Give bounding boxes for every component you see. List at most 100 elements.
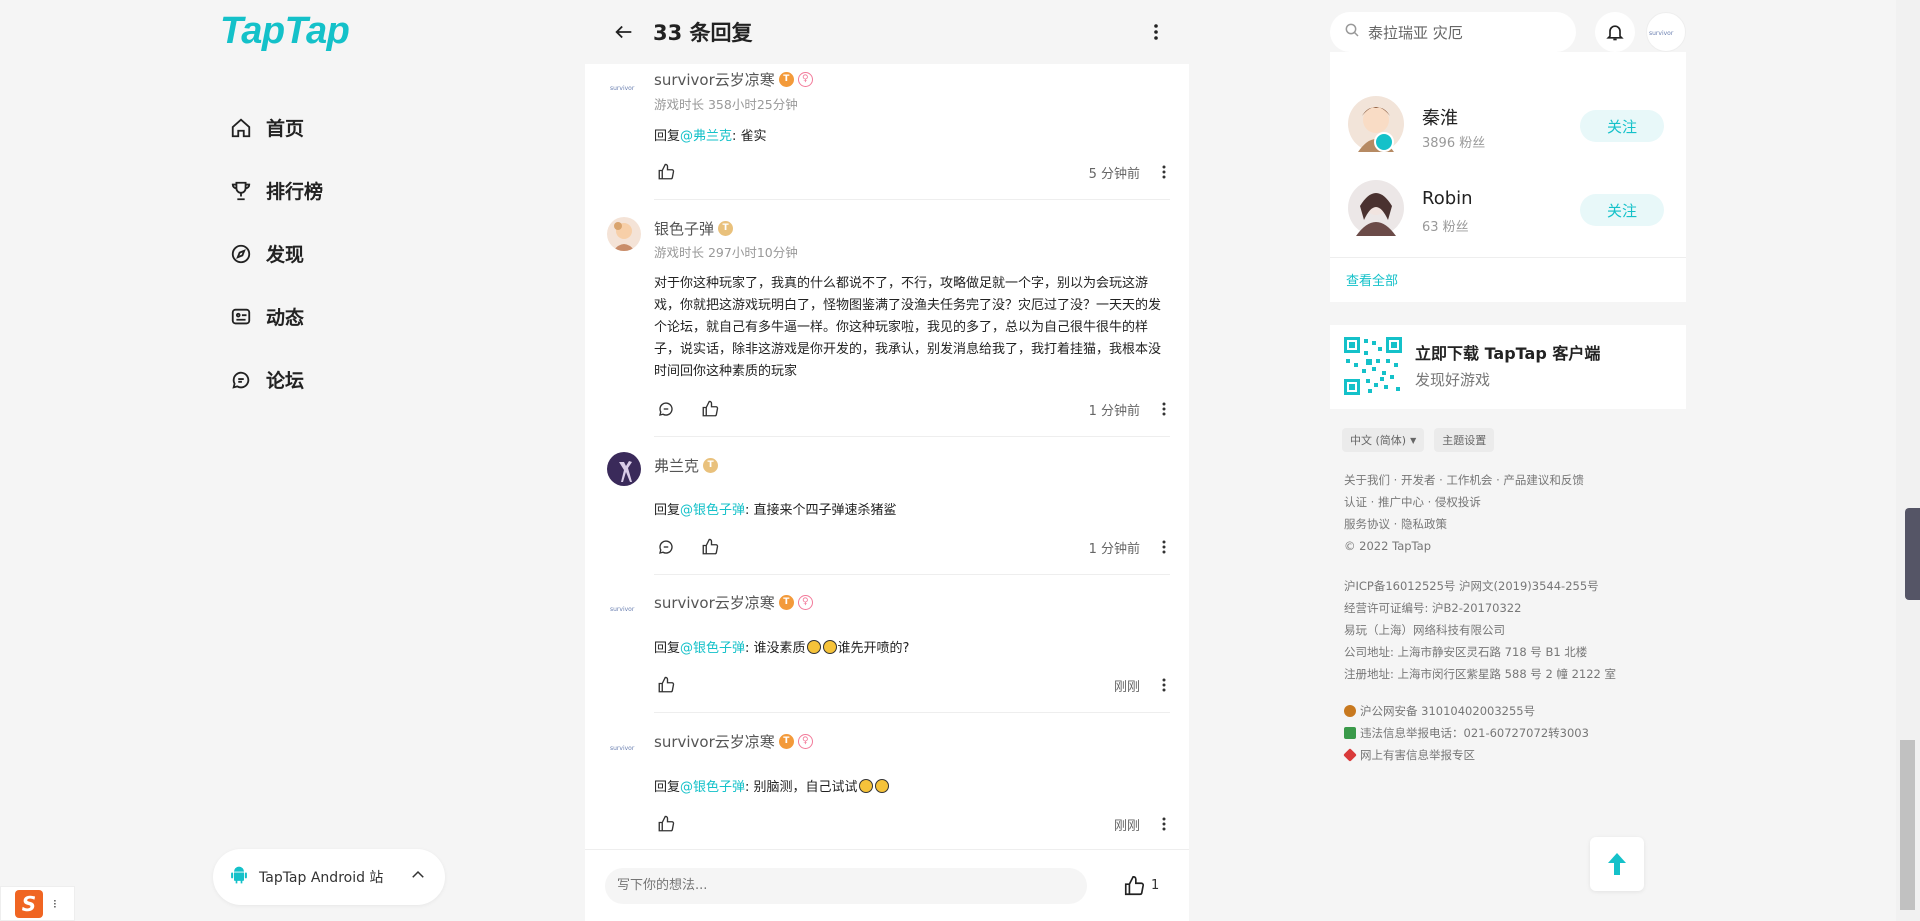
nav-item-feed[interactable]: 动态 (228, 285, 323, 348)
like-icon[interactable] (698, 535, 722, 559)
like-icon[interactable] (654, 812, 678, 836)
report-icon (1344, 727, 1356, 739)
mention-link[interactable]: @银色子弹 (680, 641, 745, 656)
android-site-switch[interactable]: TapTap Android 站 (213, 849, 445, 905)
svg-text:survivor: survivor (1649, 30, 1674, 37)
level-badge-icon: T (778, 595, 794, 610)
reply-thread: 33 条回复 survivor survivor云岁凉寒 T ♀ 游戏时长 35… (585, 0, 1189, 921)
avatar[interactable]: survivor (607, 70, 641, 104)
avatar[interactable] (607, 217, 641, 251)
police-record-link[interactable]: 沪公网安备 31010402003255号 (1344, 700, 1589, 722)
comment-icon[interactable] (654, 397, 678, 421)
see-all-link[interactable]: 查看全部 (1346, 270, 1398, 289)
theme-settings-button[interactable]: 主题设置 (1434, 428, 1495, 452)
caret-down-icon: ▼ (1410, 435, 1417, 445)
like-button[interactable]: 1 (1123, 875, 1159, 897)
search-icon (1344, 22, 1360, 42)
side-widget-icon[interactable] (1905, 508, 1920, 600)
level-badge-icon: T (703, 458, 719, 473)
taptap-logo[interactable]: TapTap (220, 10, 350, 53)
reply-time: 1 分钟前 (1088, 403, 1140, 419)
user-name[interactable]: 秦淮 (1422, 104, 1458, 130)
more-vertical-icon[interactable] (1154, 160, 1174, 184)
search-box[interactable]: 泰拉瑞亚 灾厄 (1330, 12, 1576, 52)
harmful-info-link[interactable]: 网上有害信息举报专区 (1343, 744, 1589, 766)
settings-chips: 中文 (简体) ▼ 主题设置 (1342, 428, 1504, 452)
svg-text:survivor: survivor (610, 85, 635, 92)
footer-links-line[interactable]: 服务协议 · 隐私政策 (1344, 513, 1584, 535)
more-vertical-icon[interactable] (1154, 397, 1174, 421)
more-vertical-icon[interactable] (1154, 812, 1174, 836)
download-title: 立即下载 TapTap 客户端 (1415, 344, 1601, 363)
like-icon[interactable] (654, 673, 678, 697)
trophy-icon (228, 178, 254, 204)
more-vertical-icon[interactable] (1154, 535, 1174, 559)
nav-label: 发现 (266, 244, 305, 266)
harmful-info-icon (1343, 748, 1357, 762)
back-to-top-button[interactable] (1590, 837, 1644, 891)
reply-username[interactable]: 银色子弹 T (654, 218, 734, 239)
reply-content: 回复@银色子弹: 别脑测，自己试试 (654, 777, 1170, 799)
reply-username[interactable]: survivor云岁凉寒 T ♀ (654, 592, 813, 613)
footer-report: 沪公网安备 31010402003255号 违法信息举报电话：021-60727… (1343, 700, 1589, 766)
mention-link[interactable]: @弗兰克 (680, 129, 732, 144)
download-subtitle: 发现好游戏 (1415, 371, 1491, 389)
discover-icon (228, 241, 254, 267)
laugh-emoji-icon (858, 779, 873, 793)
nav-item-home[interactable]: 首页 (228, 96, 323, 159)
mention-link[interactable]: @银色子弹 (680, 780, 745, 795)
reply-input[interactable] (605, 867, 1087, 904)
user-name[interactable]: Robin (1422, 188, 1473, 209)
notification-bell-icon[interactable] (1595, 12, 1635, 52)
footer-links-line[interactable]: 关于我们 · 开发者 · 工作机会 · 产品建议和反馈 (1344, 469, 1584, 491)
reply-time: 5 分钟前 (1088, 166, 1140, 182)
right-sidebar: 秦淮 3896 粉丝 关注 Robin 63 粉丝 关注 查看全部 泰拉瑞亚 灾… (1189, 0, 1920, 921)
sogou-ime-icon: S (15, 889, 43, 918)
icp-license[interactable]: 沪ICP备16012525号 沪网文(2019)3544-255号 (1344, 575, 1616, 597)
back-arrow-icon[interactable] (609, 17, 639, 47)
nav-label: 排行榜 (266, 181, 324, 203)
avatar[interactable] (1348, 180, 1404, 236)
search-placeholder: 泰拉瑞亚 灾厄 (1368, 23, 1463, 42)
user-row: 秦淮 3896 粉丝 关注 (1330, 96, 1686, 160)
download-card[interactable]: 立即下载 TapTap 客户端 发现好游戏 (1330, 325, 1686, 409)
language-select[interactable]: 中文 (简体) ▼ (1342, 428, 1425, 452)
more-vertical-icon[interactable] (1141, 17, 1171, 47)
follow-button[interactable]: 关注 (1580, 110, 1664, 142)
reply-actions: 1 分钟前 (654, 397, 1174, 421)
left-nav: TapTap 首页 排行榜 发现 动态 论坛 TapTap Android 站 … (0, 0, 585, 921)
report-phone[interactable]: 违法信息举报电话：021-60727072转3003 (1344, 722, 1589, 744)
ime-toolbar[interactable]: S ⁝ (0, 886, 75, 921)
level-badge-icon: T (718, 221, 734, 236)
copyright: © 2022 TapTap (1344, 539, 1432, 553)
user-avatar[interactable]: survivor (1646, 12, 1686, 52)
ime-menu-icon: ⁝ (53, 896, 57, 911)
divider (654, 436, 1170, 437)
user-row: Robin 63 粉丝 关注 (1330, 180, 1686, 244)
more-vertical-icon[interactable] (1154, 673, 1174, 697)
scrollbar-thumb[interactable] (1900, 740, 1915, 910)
footer-links-line[interactable]: 认证 · 推广中心 · 侵权投诉 (1344, 491, 1584, 513)
reply-username[interactable]: survivor云岁凉寒 T ♀ (654, 69, 813, 90)
reply-content: 回复@弗兰克: 雀实 (654, 129, 767, 144)
avatar[interactable]: survivor (607, 730, 641, 764)
mention-link[interactable]: @银色子弹 (680, 503, 745, 518)
recommended-users: 秦淮 3896 粉丝 关注 Robin 63 粉丝 关注 查看全部 (1330, 52, 1686, 302)
avatar[interactable]: survivor (607, 591, 641, 625)
nav-item-ranking[interactable]: 排行榜 (228, 159, 323, 222)
nav-item-discover[interactable]: 发现 (228, 222, 323, 285)
reply-content: 回复@银色子弹: 直接来个四子弹速杀猪鲨 (654, 503, 897, 518)
thread-header: 33 条回复 (585, 0, 1189, 64)
nav-item-forum[interactable]: 论坛 (228, 348, 323, 411)
follow-button[interactable]: 关注 (1580, 194, 1664, 226)
avatar[interactable] (607, 452, 641, 486)
user-fans: 63 粉丝 (1422, 220, 1469, 235)
gender-badge-icon: ♀ (797, 72, 813, 87)
comment-icon[interactable] (654, 535, 678, 559)
reply-username[interactable]: 弗兰克 T (654, 455, 719, 476)
like-icon[interactable] (698, 397, 722, 421)
like-icon[interactable] (654, 160, 678, 184)
divider (654, 712, 1170, 713)
reply-username[interactable]: survivor云岁凉寒 T ♀ (654, 731, 813, 752)
home-icon (228, 115, 254, 141)
